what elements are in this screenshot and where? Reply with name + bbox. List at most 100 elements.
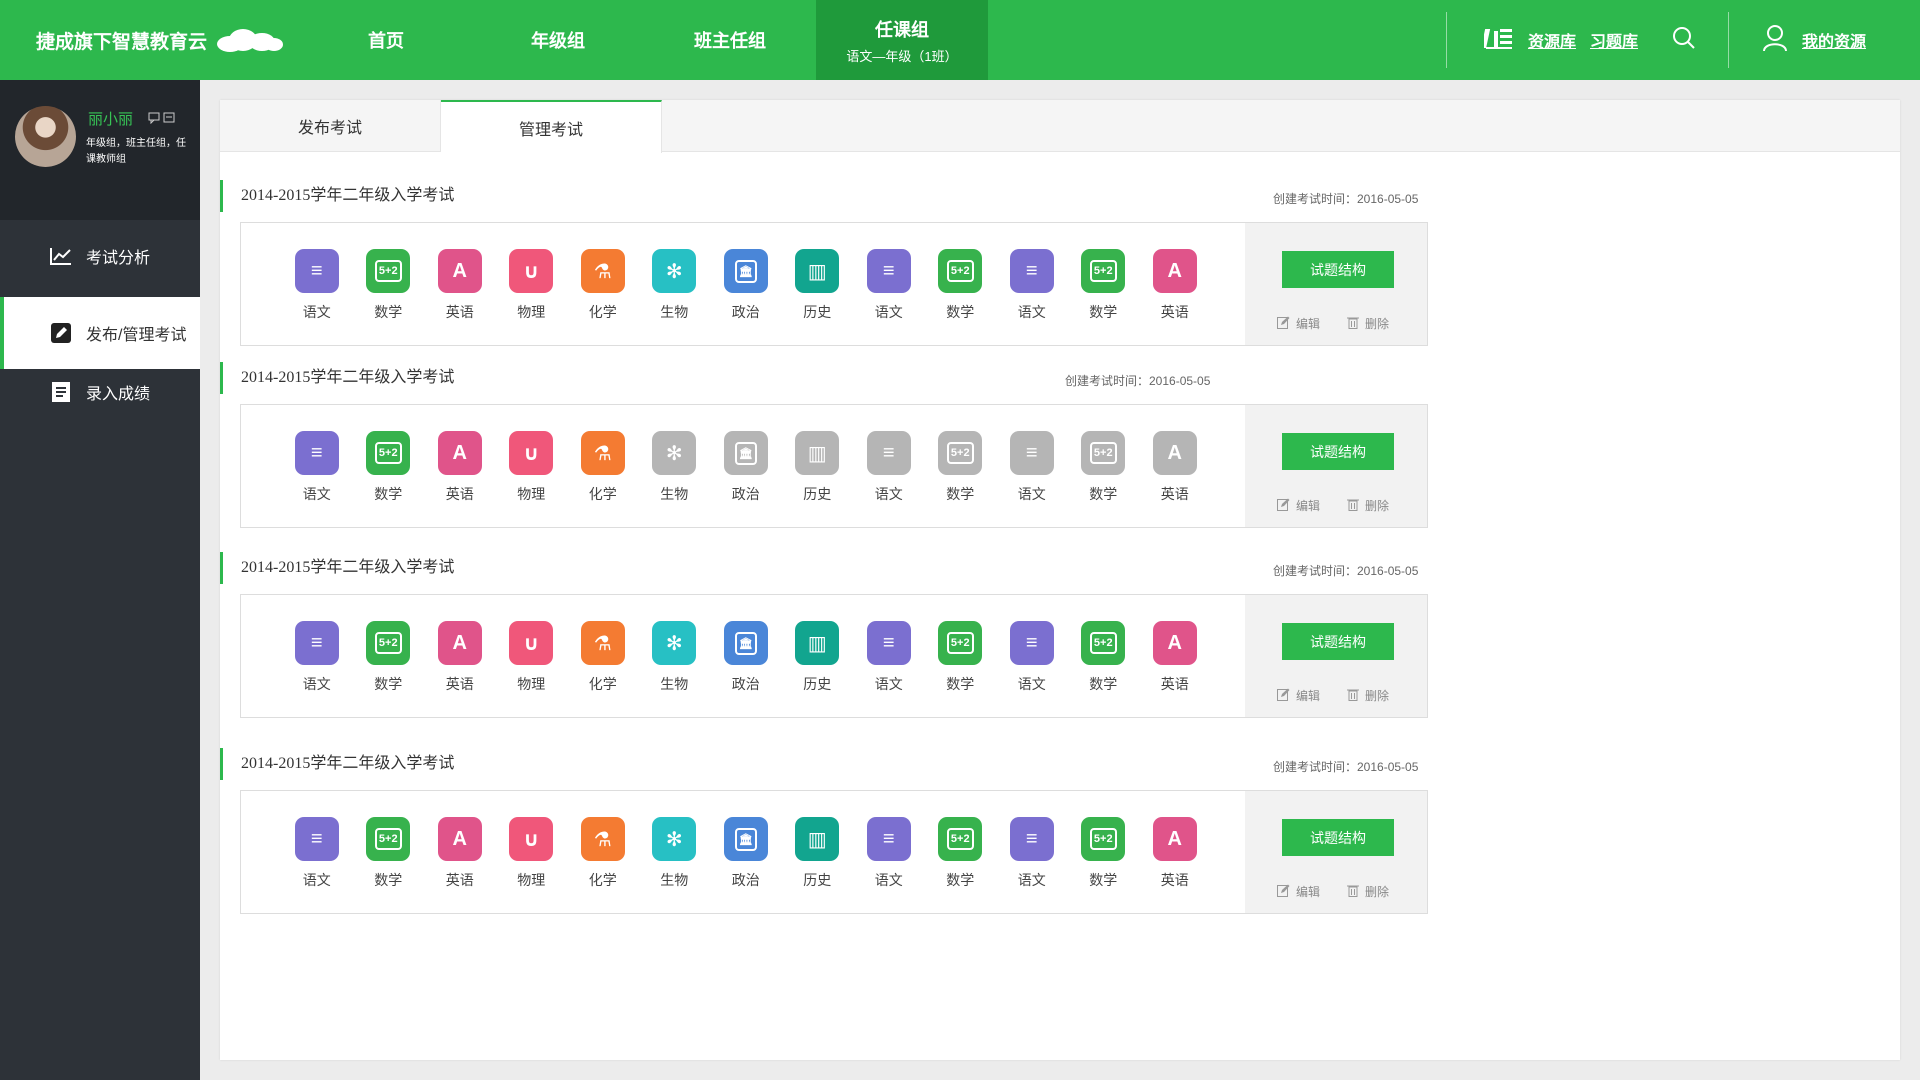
subject-item[interactable]: A 英语 <box>1139 621 1211 694</box>
subject-item[interactable]: ≡ 语文 <box>853 621 925 694</box>
letter-a-icon: A <box>437 817 482 861</box>
delete-button[interactable]: 删除 <box>1347 883 1389 900</box>
delete-button[interactable]: 删除 <box>1347 497 1389 514</box>
calculator-icon: 5+2 <box>1081 621 1126 665</box>
subject-item[interactable]: ▥ 历史 <box>782 249 854 322</box>
subject-item[interactable]: 🏛 政治 <box>710 249 782 322</box>
subject-item[interactable]: ∪ 物理 <box>496 621 568 694</box>
subject-label: 数学 <box>374 872 403 888</box>
subject-label: 语文 <box>874 304 903 320</box>
subject-item[interactable]: ≡ 语文 <box>853 817 925 890</box>
subject-item[interactable]: ⚗ 化学 <box>567 817 639 890</box>
subject-item[interactable]: ▥ 历史 <box>782 817 854 890</box>
subject-item[interactable]: ≡ 语文 <box>996 249 1068 322</box>
subject-item[interactable]: ✻ 生物 <box>639 249 711 322</box>
subject-item[interactable]: ⚗ 化学 <box>567 621 639 694</box>
cloud-icon <box>213 26 285 54</box>
subject-item[interactable]: ⚗ 化学 <box>567 249 639 322</box>
subject-item[interactable]: ⚗ 化学 <box>567 431 639 504</box>
search-icon[interactable] <box>1672 26 1696 55</box>
subject-item[interactable]: ▥ 历史 <box>782 621 854 694</box>
nav-label: 班主任组 <box>694 31 766 51</box>
subject-item[interactable]: A 英语 <box>424 817 496 890</box>
subject-item[interactable]: ≡ 语文 <box>996 431 1068 504</box>
subject-item[interactable]: A 英语 <box>424 431 496 504</box>
subject-item[interactable]: ≡ 语文 <box>281 621 353 694</box>
question-structure-button[interactable]: 试题结构 <box>1282 251 1394 288</box>
avatar[interactable] <box>15 106 76 167</box>
subject-label: 物理 <box>517 872 546 888</box>
subject-item[interactable]: 5+2 数学 <box>1068 249 1140 322</box>
subject-item[interactable]: A 英语 <box>1139 817 1211 890</box>
nav-subject-teacher-group[interactable]: 任课组 语文—年级（1班） <box>816 0 988 80</box>
subject-item[interactable]: A 英语 <box>424 249 496 322</box>
sidebar-item-exam-analysis[interactable]: 考试分析 <box>0 220 200 292</box>
exercises-link[interactable]: 习题库 <box>1590 28 1638 52</box>
subject-item[interactable]: ✻ 生物 <box>639 817 711 890</box>
subject-item[interactable]: 5+2 数学 <box>925 431 997 504</box>
resources-link[interactable]: 资源库 <box>1528 28 1576 52</box>
my-resources-link[interactable]: 我的资源 <box>1802 28 1866 52</box>
subject-item[interactable]: 5+2 数学 <box>1068 431 1140 504</box>
edit-button[interactable]: 编辑 <box>1277 497 1320 514</box>
question-structure-button[interactable]: 试题结构 <box>1282 819 1394 856</box>
subject-item[interactable]: ≡ 语文 <box>281 249 353 322</box>
subject-item[interactable]: 5+2 数学 <box>353 621 425 694</box>
subject-item[interactable]: ∪ 物理 <box>496 431 568 504</box>
edit-button[interactable]: 编辑 <box>1277 687 1320 704</box>
subject-label: 语文 <box>1017 872 1046 888</box>
subject-item[interactable]: 5+2 数学 <box>1068 621 1140 694</box>
edit-button[interactable]: 编辑 <box>1277 315 1320 332</box>
subject-item[interactable]: 🏛 政治 <box>710 621 782 694</box>
subject-item[interactable]: ≡ 语文 <box>853 431 925 504</box>
subject-label: 数学 <box>1089 486 1118 502</box>
resource-links: 资源库 习题库 <box>1481 0 1696 80</box>
subject-item[interactable]: 5+2 数学 <box>353 817 425 890</box>
exam-actions: 试题结构 编辑 删除 <box>1245 223 1427 345</box>
nav-grade-group[interactable]: 年级组 <box>472 0 644 80</box>
nav-home[interactable]: 首页 <box>300 0 472 80</box>
edit-button[interactable]: 编辑 <box>1277 883 1320 900</box>
subject-label: 政治 <box>731 676 760 692</box>
subject-item[interactable]: A 英语 <box>1139 249 1211 322</box>
molecule-icon: ✻ <box>652 621 697 665</box>
delete-button[interactable]: 删除 <box>1347 687 1389 704</box>
subject-item[interactable]: 5+2 数学 <box>925 817 997 890</box>
subject-item[interactable]: ▥ 历史 <box>782 431 854 504</box>
subject-item[interactable]: 5+2 数学 <box>353 431 425 504</box>
subject-item[interactable]: ≡ 语文 <box>996 621 1068 694</box>
user-links: 我的资源 <box>1762 0 1866 80</box>
delete-button[interactable]: 删除 <box>1347 315 1389 332</box>
subject-item[interactable]: ✻ 生物 <box>639 621 711 694</box>
letter-a-icon: A <box>1152 431 1197 475</box>
edit-label: 编辑 <box>1296 885 1321 899</box>
book-stack-icon: ≡ <box>1009 621 1054 665</box>
subject-label: 数学 <box>946 486 975 502</box>
book-stack-icon: ≡ <box>294 621 339 665</box>
subject-item[interactable]: 5+2 数学 <box>925 249 997 322</box>
subject-item[interactable]: ∪ 物理 <box>496 249 568 322</box>
tab-publish-exam[interactable]: 发布考试 <box>220 100 441 152</box>
subject-item[interactable]: 🏛 政治 <box>710 817 782 890</box>
subject-item[interactable]: ≡ 语文 <box>996 817 1068 890</box>
logo[interactable]: 捷成旗下智慧教育云 <box>36 26 285 54</box>
subject-item[interactable]: ≡ 语文 <box>281 817 353 890</box>
subject-item[interactable]: A 英语 <box>1139 431 1211 504</box>
edit-icon <box>1277 688 1290 704</box>
nav-head-teacher-group[interactable]: 班主任组 <box>644 0 816 80</box>
subject-item[interactable]: ≡ 语文 <box>853 249 925 322</box>
question-structure-button[interactable]: 试题结构 <box>1282 623 1394 660</box>
calculator-icon: 5+2 <box>1081 249 1126 293</box>
subject-item[interactable]: 🏛 政治 <box>710 431 782 504</box>
subject-item[interactable]: 5+2 数学 <box>1068 817 1140 890</box>
subject-item[interactable]: ∪ 物理 <box>496 817 568 890</box>
message-icon[interactable] <box>148 112 176 127</box>
subject-item[interactable]: ≡ 语文 <box>281 431 353 504</box>
subject-item[interactable]: 5+2 数学 <box>353 249 425 322</box>
subject-item[interactable]: A 英语 <box>424 621 496 694</box>
tab-manage-exam[interactable]: 管理考试 <box>441 100 662 153</box>
subject-item[interactable]: 5+2 数学 <box>925 621 997 694</box>
sidebar-item-enter-scores[interactable]: 录入成绩 <box>0 356 200 428</box>
question-structure-button[interactable]: 试题结构 <box>1282 433 1394 470</box>
subject-item[interactable]: ✻ 生物 <box>639 431 711 504</box>
